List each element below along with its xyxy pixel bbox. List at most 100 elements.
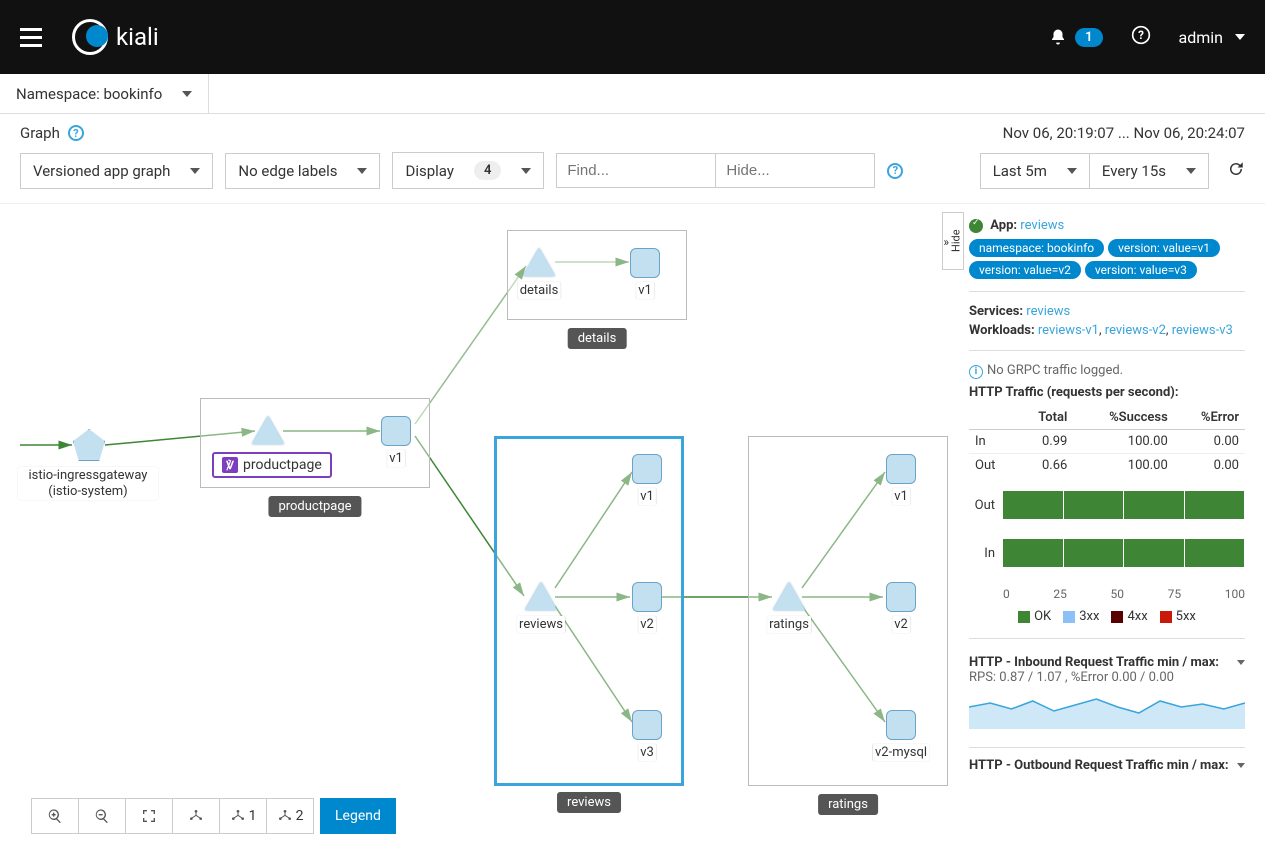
response-bar-chart: Out In 0 25 50 75 100 OK 3xx 4xx 5xx	[969, 491, 1245, 624]
node-ratings-v2[interactable]	[886, 582, 916, 612]
node-label-details-v1: v1	[636, 282, 654, 299]
refresh-interval-dropdown[interactable]: Every 15s	[1089, 153, 1209, 189]
layout-1-button[interactable]: 1	[219, 798, 267, 834]
legend-button[interactable]: Legend	[320, 798, 396, 834]
chevron-down-icon	[521, 168, 531, 174]
chip: namespace: bookinfo	[969, 239, 1104, 257]
group-label-ratings: ratings	[818, 794, 878, 815]
time-range-text: Nov 06, 20:19:07 ... Nov 06, 20:24:07	[1003, 124, 1245, 142]
group-label-details: details	[568, 328, 627, 349]
table-row: In 0.99 100.00 0.00	[969, 430, 1245, 454]
virtualservice-icon: ℣	[222, 457, 238, 473]
chip: version: value=v2	[969, 261, 1081, 279]
hide-panel-toggle[interactable]: Hide	[942, 212, 964, 270]
node-label-details: details	[518, 282, 561, 299]
help-button[interactable]: ?	[1131, 25, 1151, 49]
layout-default-button[interactable]	[172, 798, 220, 834]
display-count-badge: 4	[474, 161, 501, 180]
node-productpage-v1[interactable]	[381, 416, 411, 446]
layout-2-button[interactable]: 2	[266, 798, 314, 834]
zoom-out-button[interactable]	[78, 798, 126, 834]
node-ratings-v2mysql[interactable]	[886, 710, 916, 740]
node-istio-ingressgateway[interactable]	[73, 429, 105, 461]
kiali-logo[interactable]: kiali	[72, 19, 159, 55]
chip: version: value=v1	[1108, 239, 1220, 257]
traffic-table: Total %Success %Error In 0.99 100.00 0.0…	[969, 406, 1245, 477]
notification-count-badge: 1	[1075, 28, 1102, 47]
user-menu-dropdown[interactable]: admin	[1179, 28, 1245, 47]
info-icon: i	[969, 365, 983, 379]
legend-swatch-5xx	[1160, 611, 1172, 623]
node-reviews-v2[interactable]	[632, 582, 662, 612]
help-icon[interactable]: ?	[68, 125, 84, 141]
legend-swatch-ok	[1018, 611, 1030, 623]
http-traffic-header: HTTP Traffic (requests per second):	[969, 385, 1179, 400]
node-reviews-v3[interactable]	[632, 710, 662, 740]
canvas-controls: 1 2 Legend	[32, 798, 396, 834]
node-ratings-service[interactable]	[773, 582, 805, 610]
app-link[interactable]: reviews	[1020, 218, 1064, 233]
node-label-ratings: ratings	[767, 616, 811, 633]
node-ratings-v1[interactable]	[886, 454, 916, 484]
hide-input[interactable]	[715, 153, 875, 188]
chevron-down-icon	[1237, 660, 1245, 665]
workload-link[interactable]: reviews-v3	[1172, 323, 1233, 338]
node-reviews-service[interactable]	[525, 582, 557, 610]
outbound-traffic-toggle[interactable]: HTTP - Outbound Request Traffic min / ma…	[969, 758, 1245, 773]
duration-dropdown[interactable]: Last 5m	[980, 153, 1090, 189]
top-header: kiali 1 ? admin	[0, 0, 1265, 74]
side-panel: App: reviews namespace: bookinfo version…	[965, 204, 1245, 844]
namespace-dropdown[interactable]: Namespace: bookinfo	[0, 74, 209, 113]
svg-text:?: ?	[1138, 28, 1144, 42]
graph-canvas[interactable]: istio-ingressgateway(istio-system) detai…	[20, 204, 962, 844]
chevron-down-icon	[1067, 168, 1077, 174]
kiali-logo-icon	[72, 19, 108, 55]
chevron-down-icon	[1186, 168, 1196, 174]
display-dropdown[interactable]: Display 4	[392, 152, 544, 189]
group-label-productpage: productpage	[268, 496, 361, 517]
node-label-reviews-v1: v1	[638, 488, 656, 505]
chevron-down-icon	[182, 91, 192, 97]
user-name: admin	[1179, 28, 1223, 47]
workload-link[interactable]: reviews-v2	[1105, 323, 1166, 338]
chevron-down-icon	[1235, 34, 1245, 40]
main-area: istio-ingressgateway(istio-system) detai…	[0, 203, 1265, 843]
node-details-service[interactable]	[523, 248, 555, 276]
node-label-reviews-v3: v3	[638, 744, 656, 761]
node-label-ratings-v2: v2	[892, 616, 910, 633]
group-ratings[interactable]: ratings	[748, 436, 948, 786]
graph-toolbar: Versioned app graph No edge labels Displ…	[0, 152, 1265, 203]
legend-swatch-4xx	[1111, 611, 1123, 623]
node-label-productpage-v1: v1	[387, 450, 405, 467]
page-title: Graph	[20, 124, 60, 142]
kiali-logo-text: kiali	[116, 23, 159, 51]
chevron-down-icon	[1237, 763, 1245, 768]
find-help-icon[interactable]: ?	[887, 163, 903, 179]
fit-button[interactable]	[125, 798, 173, 834]
health-ok-icon	[969, 219, 983, 233]
find-input[interactable]	[556, 153, 716, 188]
menu-toggle-button[interactable]	[20, 28, 42, 47]
workload-link[interactable]: reviews-v1	[1038, 323, 1099, 338]
notifications-button[interactable]: 1	[1049, 28, 1102, 47]
node-label-reviews-v2: v2	[638, 616, 656, 633]
table-row: Out 0.66 100.00 0.00	[969, 454, 1245, 478]
node-productpage-service[interactable]	[252, 416, 284, 444]
legend-swatch-3xx	[1063, 611, 1075, 623]
zoom-in-button[interactable]	[31, 798, 79, 834]
inbound-subtitle: RPS: 0.87 / 1.07 , %Error 0.00 / 0.00	[969, 670, 1245, 685]
chevron-down-icon	[357, 168, 367, 174]
virtualservice-productpage[interactable]: ℣ productpage	[212, 452, 332, 478]
edge-labels-dropdown[interactable]: No edge labels	[225, 153, 380, 189]
inbound-sparkline	[969, 689, 1245, 729]
node-label-ratings-v1: v1	[892, 488, 910, 505]
label-chips: namespace: bookinfo version: value=v1 ve…	[969, 239, 1245, 279]
node-details-v1[interactable]	[630, 248, 660, 278]
refresh-button[interactable]	[1227, 160, 1245, 182]
node-reviews-v1[interactable]	[632, 454, 662, 484]
graph-type-dropdown[interactable]: Versioned app graph	[20, 153, 213, 189]
chip: version: value=v3	[1085, 261, 1197, 279]
node-label-gateway: istio-ingressgateway(istio-system)	[18, 467, 158, 500]
inbound-traffic-toggle[interactable]: HTTP - Inbound Request Traffic min / max…	[969, 655, 1245, 670]
service-link[interactable]: reviews	[1026, 304, 1070, 319]
